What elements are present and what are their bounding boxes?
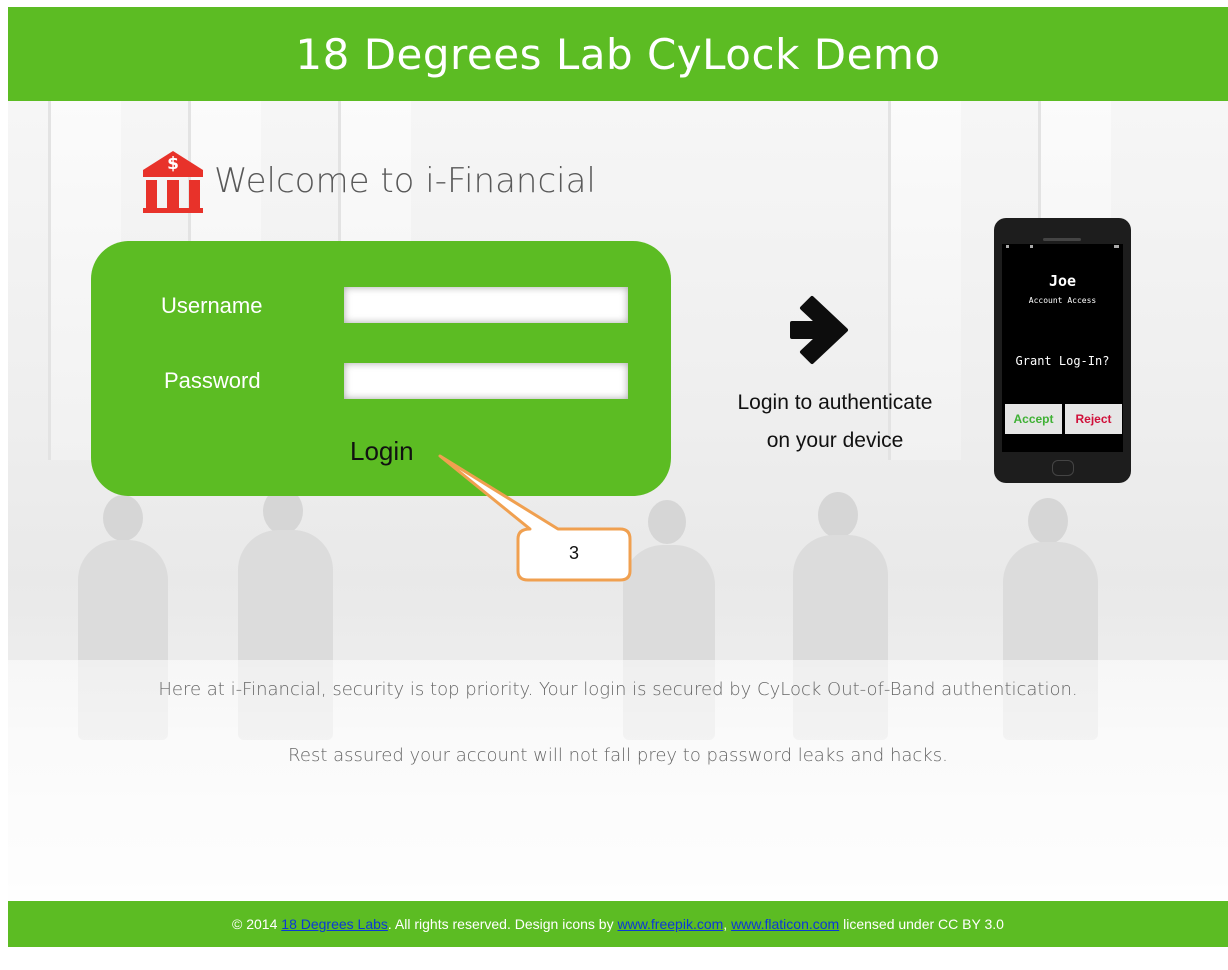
arrow-right-icon (790, 296, 848, 364)
site-footer: © 2014 18 Degrees Labs . All rights rese… (8, 901, 1228, 947)
security-info-line-1: Here at i-Financial, security is top pri… (158, 679, 1078, 700)
accept-button[interactable]: Accept (1005, 404, 1062, 434)
phone-mockup: Joe Account Access Grant Log-In? Accept … (994, 218, 1131, 483)
flow-caption-line-1: Login to authenticate (737, 391, 933, 414)
phone-screen: Joe Account Access Grant Log-In? Accept … (1002, 244, 1123, 452)
username-input[interactable] (344, 287, 628, 323)
footer-license-text: licensed under CC BY 3.0 (839, 916, 1004, 932)
phone-speaker (1043, 238, 1081, 241)
security-info-line-2: Rest assured your account will not fall … (288, 745, 948, 766)
flow-caption: Login to authenticate on your device (700, 384, 970, 460)
flow-caption-line-2: on your device (766, 429, 904, 452)
phone-status-bar (1004, 244, 1121, 250)
footer-flaticon-link[interactable]: www.flaticon.com (731, 916, 839, 932)
footer-separator: , (723, 916, 732, 932)
page-title: 18 Degrees Lab CyLock Demo (295, 29, 941, 79)
footer-company-link[interactable]: 18 Degrees Labs (281, 916, 388, 932)
bank-icon: $ (143, 151, 203, 213)
username-label: Username (161, 293, 263, 318)
site-header: 18 Degrees Lab CyLock Demo (8, 7, 1228, 101)
step-number: 3 (568, 542, 579, 563)
phone-user-name: Joe (1048, 272, 1077, 290)
password-input[interactable] (344, 363, 628, 399)
footer-freepik-link[interactable]: www.freepik.com (617, 916, 723, 932)
welcome-text: Welcome to i-Financial (214, 161, 596, 201)
phone-home-button (1052, 460, 1074, 476)
reject-button[interactable]: Reject (1065, 404, 1122, 434)
footer-copyright: © 2014 (232, 916, 282, 932)
svg-text:$: $ (167, 154, 179, 174)
welcome-heading: $ Welcome to i-Financial (140, 148, 596, 214)
login-button[interactable]: Login (350, 436, 414, 467)
password-label: Password (164, 368, 261, 393)
phone-prompt: Grant Log-In? (1015, 354, 1110, 368)
footer-rights-text: . All rights reserved. Design icons by (387, 916, 618, 932)
phone-subtitle: Account Access (1028, 296, 1097, 305)
